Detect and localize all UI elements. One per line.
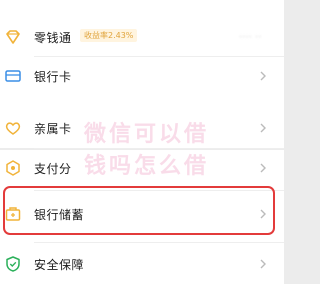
menu-item-bank-savings[interactable]: 银行储蓄	[0, 196, 284, 232]
menu-item-pay-score[interactable]: 支付分	[0, 150, 284, 186]
divider	[34, 242, 284, 243]
wallet-menu-screen: 零钱通 收益率2.43% ···· ·· 银行卡 亲属卡 支付分 银行储蓄 安全…	[0, 0, 284, 284]
menu-item-change-pass[interactable]: 零钱通 收益率2.43% ···· ··	[0, 19, 284, 55]
menu-group-2: 亲属卡 支付分 银行储蓄 安全保障	[0, 122, 284, 284]
chevron-right-icon	[256, 68, 270, 84]
diamond-icon	[4, 28, 22, 46]
savings-icon	[4, 205, 22, 223]
menu-item-label: 亲属卡	[34, 122, 72, 136]
menu-item-family-card[interactable]: 亲属卡	[0, 110, 284, 146]
menu-item-label: 零钱通	[34, 31, 72, 45]
heart-icon	[4, 119, 22, 137]
chevron-right-icon	[256, 160, 270, 176]
chevron-right-icon	[256, 120, 270, 136]
menu-item-label: 银行储蓄	[34, 208, 85, 222]
menu-item-bank-card[interactable]: 银行卡	[0, 58, 284, 94]
chevron-right-icon	[256, 256, 270, 272]
divider	[34, 190, 284, 191]
menu-item-label: 安全保障	[34, 258, 85, 272]
shield-icon	[4, 255, 22, 273]
score-icon	[4, 159, 22, 177]
menu-item-label: 银行卡	[34, 70, 72, 84]
divider	[34, 56, 284, 57]
divider	[34, 148, 284, 149]
menu-item-security[interactable]: 安全保障	[0, 246, 284, 282]
chevron-right-icon	[256, 206, 270, 222]
masked-balance: ···· ··	[239, 33, 262, 41]
yield-rate-badge: 收益率2.43%	[80, 29, 138, 42]
card-icon	[4, 67, 22, 85]
menu-item-label: 支付分	[34, 162, 72, 176]
